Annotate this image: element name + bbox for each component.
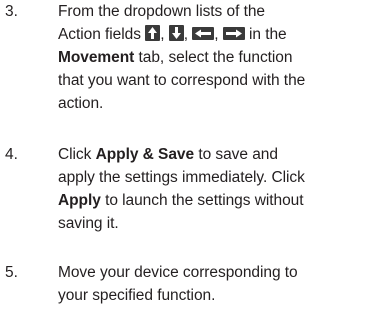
arrow-right-icon	[222, 27, 245, 40]
arrow-left-icon	[192, 27, 215, 40]
step-number: 5.	[5, 264, 18, 281]
text-span: to launch the settings without	[100, 192, 304, 209]
text-span: Click	[58, 146, 96, 163]
text-line: action.	[58, 95, 104, 112]
apply-save-label: Apply & Save	[95, 146, 195, 163]
step-number: 3.	[5, 3, 18, 20]
text-span: tab, select the function	[138, 49, 293, 66]
text-line: Movement tab, select the function	[58, 46, 363, 69]
text-span: to save and	[194, 146, 278, 163]
text-line: your specified function.	[58, 287, 216, 304]
arrow-up-icon	[145, 25, 161, 41]
text-line: From the dropdown lists of the	[58, 3, 265, 20]
text-line: Move your device corresponding to	[58, 264, 298, 281]
apply-label: Apply	[58, 192, 101, 209]
text-line: Action fields , , , in the	[58, 25, 287, 43]
text-line: that you want to correspond with the	[58, 72, 306, 89]
text-span: in the	[249, 26, 287, 43]
text-line: saving it.	[58, 215, 119, 232]
text-line: apply the settings immediately. Click	[58, 169, 305, 186]
movement-tab-label: Movement	[58, 49, 135, 66]
text-line: Apply to launch the settings without	[58, 189, 363, 212]
step-text: Move your device corresponding to your s…	[58, 261, 363, 307]
text-span: Action fields	[58, 26, 141, 43]
text-line: Click Apply & Save to save and	[58, 143, 363, 166]
step-text: From the dropdown lists of the Action fi…	[58, 0, 363, 115]
step-text: Click Apply & Save to save and apply the…	[58, 143, 363, 235]
step-number: 4.	[5, 146, 18, 163]
document-page: 3. From the dropdown lists of the Action…	[0, 0, 367, 314]
arrow-down-icon	[168, 25, 184, 41]
